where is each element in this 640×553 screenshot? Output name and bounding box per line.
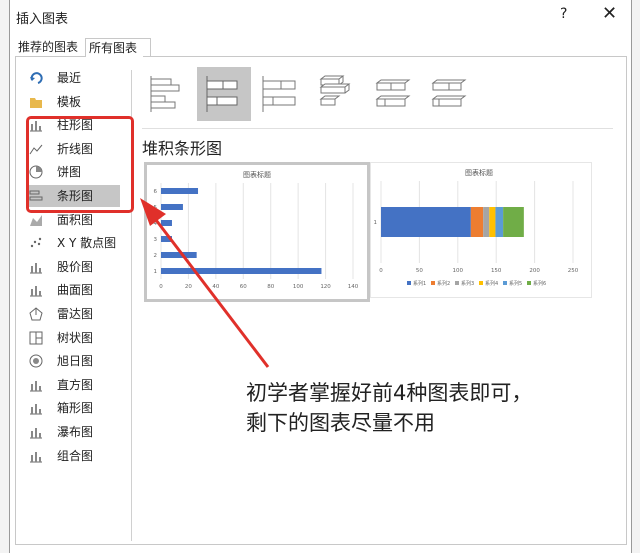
- annotation-note: 初学者掌握好前4种图表即可， 剩下的图表尽量不用: [246, 378, 532, 438]
- annotation-arrow: [140, 198, 270, 368]
- annotation-line-1: 初学者掌握好前4种图表即可，: [246, 381, 533, 405]
- annotation-line-2: 剩下的图表尽量不用: [246, 411, 435, 435]
